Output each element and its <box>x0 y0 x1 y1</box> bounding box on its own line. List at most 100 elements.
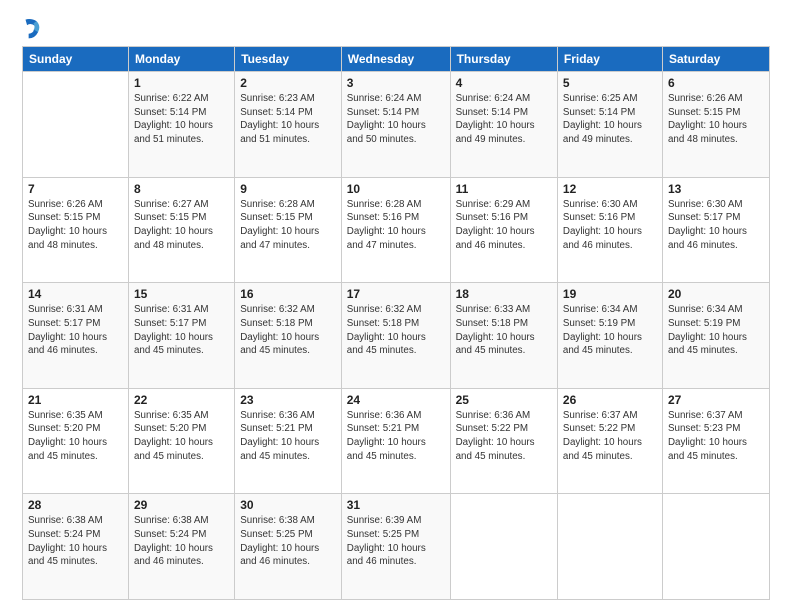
day-info: Sunrise: 6:35 AMSunset: 5:20 PMDaylight:… <box>134 409 229 464</box>
day-number: 12 <box>563 182 657 196</box>
day-info: Sunrise: 6:34 AMSunset: 5:19 PMDaylight:… <box>668 303 764 358</box>
day-number: 5 <box>563 76 657 90</box>
day-info: Sunrise: 6:30 AMSunset: 5:16 PMDaylight:… <box>563 198 657 253</box>
calendar-week-4: 21 Sunrise: 6:35 AMSunset: 5:20 PMDayligh… <box>23 388 770 494</box>
day-info: Sunrise: 6:37 AMSunset: 5:22 PMDaylight:… <box>563 409 657 464</box>
calendar-cell: 11Sunrise: 6:29 AMSunset: 5:16 PMDayligh… <box>450 177 557 283</box>
day-info: Sunrise: 6:37 AMSunset: 5:23 PMDaylight:… <box>668 409 764 464</box>
page-header <box>22 18 770 40</box>
logo <box>22 18 44 40</box>
day-number: 16 <box>240 287 336 301</box>
day-number: 26 <box>563 393 657 407</box>
calendar-cell: 1 Sunrise: 6:22 AMSunset: 5:14 PMDaylight… <box>128 72 234 178</box>
calendar-cell: 21 Sunrise: 6:35 AMSunset: 5:20 PMDayligh… <box>23 388 129 494</box>
day-number: 23 <box>240 393 336 407</box>
weekday-header-monday: Monday <box>128 47 234 72</box>
day-number: 13 <box>668 182 764 196</box>
weekday-header-saturday: Saturday <box>662 47 769 72</box>
day-number: 14 <box>28 287 123 301</box>
calendar-cell: 18 Sunrise: 6:33 AMSunset: 5:18 PMDayligh… <box>450 283 557 389</box>
calendar-cell: 31Sunrise: 6:39 AMSunset: 5:25 PMDayligh… <box>341 494 450 600</box>
calendar-cell: 16 Sunrise: 6:32 AMSunset: 5:18 PMDayligh… <box>235 283 342 389</box>
calendar-cell: 9 Sunrise: 6:28 AMSunset: 5:15 PMDaylight… <box>235 177 342 283</box>
day-number: 29 <box>134 498 229 512</box>
day-info: Sunrise: 6:36 AMSunset: 5:21 PMDaylight:… <box>347 409 445 464</box>
calendar-week-1: 1 Sunrise: 6:22 AMSunset: 5:14 PMDaylight… <box>23 72 770 178</box>
calendar-cell: 28 Sunrise: 6:38 AMSunset: 5:24 PMDayligh… <box>23 494 129 600</box>
day-number: 7 <box>28 182 123 196</box>
calendar-cell: 15 Sunrise: 6:31 AMSunset: 5:17 PMDayligh… <box>128 283 234 389</box>
calendar-week-5: 28 Sunrise: 6:38 AMSunset: 5:24 PMDayligh… <box>23 494 770 600</box>
calendar-cell: 26 Sunrise: 6:37 AMSunset: 5:22 PMDayligh… <box>557 388 662 494</box>
day-number: 21 <box>28 393 123 407</box>
calendar-week-3: 14 Sunrise: 6:31 AMSunset: 5:17 PMDayligh… <box>23 283 770 389</box>
calendar-page: SundayMondayTuesdayWednesdayThursdayFrid… <box>0 0 792 612</box>
calendar-cell: 3 Sunrise: 6:24 AMSunset: 5:14 PMDaylight… <box>341 72 450 178</box>
calendar-cell: 4Sunrise: 6:24 AMSunset: 5:14 PMDaylight… <box>450 72 557 178</box>
calendar-cell: 14 Sunrise: 6:31 AMSunset: 5:17 PMDayligh… <box>23 283 129 389</box>
day-number: 4 <box>456 76 552 90</box>
calendar-cell <box>662 494 769 600</box>
calendar-cell: 25 Sunrise: 6:36 AMSunset: 5:22 PMDayligh… <box>450 388 557 494</box>
calendar-header-row: SundayMondayTuesdayWednesdayThursdayFrid… <box>23 47 770 72</box>
day-info: Sunrise: 6:26 AMSunset: 5:15 PMDaylight:… <box>668 92 764 147</box>
day-info: Sunrise: 6:25 AMSunset: 5:14 PMDaylight:… <box>563 92 657 147</box>
calendar-week-2: 7 Sunrise: 6:26 AMSunset: 5:15 PMDaylight… <box>23 177 770 283</box>
calendar-cell: 5 Sunrise: 6:25 AMSunset: 5:14 PMDaylight… <box>557 72 662 178</box>
logo-icon <box>22 18 40 40</box>
calendar-cell: 17Sunrise: 6:32 AMSunset: 5:18 PMDayligh… <box>341 283 450 389</box>
calendar-cell: 27 Sunrise: 6:37 AMSunset: 5:23 PMDayligh… <box>662 388 769 494</box>
calendar-cell <box>23 72 129 178</box>
day-info: Sunrise: 6:22 AMSunset: 5:14 PMDaylight:… <box>134 92 229 147</box>
day-number: 8 <box>134 182 229 196</box>
day-number: 18 <box>456 287 552 301</box>
day-info: Sunrise: 6:33 AMSunset: 5:18 PMDaylight:… <box>456 303 552 358</box>
day-number: 22 <box>134 393 229 407</box>
day-number: 28 <box>28 498 123 512</box>
day-info: Sunrise: 6:28 AMSunset: 5:16 PMDaylight:… <box>347 198 445 253</box>
weekday-header-tuesday: Tuesday <box>235 47 342 72</box>
day-info: Sunrise: 6:35 AMSunset: 5:20 PMDaylight:… <box>28 409 123 464</box>
calendar-cell: 13 Sunrise: 6:30 AMSunset: 5:17 PMDayligh… <box>662 177 769 283</box>
day-info: Sunrise: 6:38 AMSunset: 5:24 PMDaylight:… <box>134 514 229 569</box>
calendar-cell: 23Sunrise: 6:36 AMSunset: 5:21 PMDayligh… <box>235 388 342 494</box>
day-info: Sunrise: 6:30 AMSunset: 5:17 PMDaylight:… <box>668 198 764 253</box>
calendar-cell: 10Sunrise: 6:28 AMSunset: 5:16 PMDayligh… <box>341 177 450 283</box>
day-info: Sunrise: 6:24 AMSunset: 5:14 PMDaylight:… <box>347 92 445 147</box>
day-number: 3 <box>347 76 445 90</box>
day-info: Sunrise: 6:29 AMSunset: 5:16 PMDaylight:… <box>456 198 552 253</box>
day-number: 1 <box>134 76 229 90</box>
calendar-cell: 2Sunrise: 6:23 AMSunset: 5:14 PMDaylight… <box>235 72 342 178</box>
day-info: Sunrise: 6:27 AMSunset: 5:15 PMDaylight:… <box>134 198 229 253</box>
calendar-cell: 24 Sunrise: 6:36 AMSunset: 5:21 PMDayligh… <box>341 388 450 494</box>
day-number: 20 <box>668 287 764 301</box>
weekday-header-thursday: Thursday <box>450 47 557 72</box>
calendar-cell <box>557 494 662 600</box>
day-info: Sunrise: 6:36 AMSunset: 5:22 PMDaylight:… <box>456 409 552 464</box>
weekday-header-friday: Friday <box>557 47 662 72</box>
day-info: Sunrise: 6:28 AMSunset: 5:15 PMDaylight:… <box>240 198 336 253</box>
weekday-header-sunday: Sunday <box>23 47 129 72</box>
day-number: 25 <box>456 393 552 407</box>
day-info: Sunrise: 6:39 AMSunset: 5:25 PMDaylight:… <box>347 514 445 569</box>
calendar-cell: 22 Sunrise: 6:35 AMSunset: 5:20 PMDayligh… <box>128 388 234 494</box>
calendar-cell <box>450 494 557 600</box>
day-info: Sunrise: 6:38 AMSunset: 5:24 PMDaylight:… <box>28 514 123 569</box>
day-info: Sunrise: 6:31 AMSunset: 5:17 PMDaylight:… <box>134 303 229 358</box>
day-info: Sunrise: 6:26 AMSunset: 5:15 PMDaylight:… <box>28 198 123 253</box>
calendar-cell: 30Sunrise: 6:38 AMSunset: 5:25 PMDayligh… <box>235 494 342 600</box>
day-number: 9 <box>240 182 336 196</box>
calendar-table: SundayMondayTuesdayWednesdayThursdayFrid… <box>22 46 770 600</box>
calendar-cell: 29 Sunrise: 6:38 AMSunset: 5:24 PMDayligh… <box>128 494 234 600</box>
day-number: 19 <box>563 287 657 301</box>
day-number: 17 <box>347 287 445 301</box>
day-number: 27 <box>668 393 764 407</box>
day-number: 24 <box>347 393 445 407</box>
day-number: 15 <box>134 287 229 301</box>
calendar-cell: 20 Sunrise: 6:34 AMSunset: 5:19 PMDayligh… <box>662 283 769 389</box>
calendar-cell: 6Sunrise: 6:26 AMSunset: 5:15 PMDaylight… <box>662 72 769 178</box>
calendar-cell: 7 Sunrise: 6:26 AMSunset: 5:15 PMDaylight… <box>23 177 129 283</box>
day-info: Sunrise: 6:31 AMSunset: 5:17 PMDaylight:… <box>28 303 123 358</box>
day-info: Sunrise: 6:32 AMSunset: 5:18 PMDaylight:… <box>240 303 336 358</box>
day-info: Sunrise: 6:34 AMSunset: 5:19 PMDaylight:… <box>563 303 657 358</box>
